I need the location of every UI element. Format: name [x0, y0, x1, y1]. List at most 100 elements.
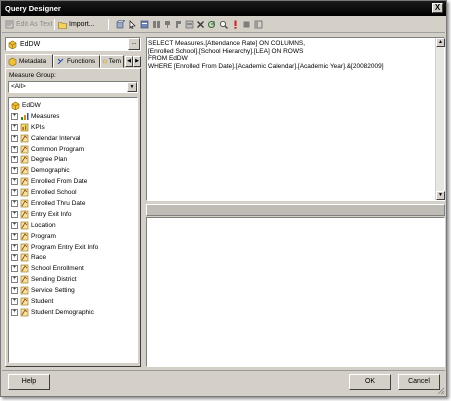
- expand-icon[interactable]: +: [11, 189, 18, 197]
- dimension-icon: [20, 264, 31, 273]
- tree-item[interactable]: + School Enrollment: [9, 263, 137, 274]
- expand-icon[interactable]: +: [11, 265, 18, 273]
- tab-templates[interactable]: Tem: [100, 55, 124, 68]
- tree-item[interactable]: + Sending District: [9, 274, 137, 285]
- tree-item-label: Program Entry Exit Info: [31, 243, 99, 251]
- expand-icon[interactable]: +: [11, 287, 18, 295]
- tree-item[interactable]: + Enrolled From Date: [9, 176, 137, 187]
- tab-functions[interactable]: Functions: [53, 55, 100, 68]
- expand-icon[interactable]: +: [11, 221, 18, 229]
- tab-scroll-right-icon[interactable]: ▶: [133, 56, 141, 67]
- divider: [2, 370, 445, 371]
- ok-button[interactable]: OK: [349, 374, 391, 390]
- scroll-up-icon[interactable]: ▲: [436, 38, 445, 47]
- pointer-icon[interactable]: [128, 20, 137, 29]
- run-icon[interactable]: [231, 20, 240, 29]
- expand-icon[interactable]: +: [11, 156, 18, 164]
- stop-icon[interactable]: [242, 20, 251, 29]
- auto-execute-icon[interactable]: [152, 20, 161, 29]
- tree-item-label: Program: [31, 232, 56, 240]
- tree-item[interactable]: + KPIs: [9, 122, 137, 133]
- tree-item-label: Degree Plan: [31, 156, 68, 164]
- empty-cells-icon[interactable]: [174, 20, 183, 29]
- tree-item-label: Demographic: [31, 167, 70, 175]
- tree-item[interactable]: + Race: [9, 252, 137, 263]
- cube-selector[interactable]: EdDW ...: [5, 37, 141, 51]
- delete-icon[interactable]: [196, 20, 205, 29]
- tree-item[interactable]: + Demographic: [9, 165, 137, 176]
- tree-item[interactable]: + Student: [9, 296, 137, 307]
- expand-icon[interactable]: +: [11, 178, 18, 186]
- metadata-tab-body: Measure Group: <All> ▼ EdDW + Measures + KP…: [5, 68, 141, 367]
- exec-icon[interactable]: [163, 20, 172, 29]
- tree-item[interactable]: + Enrolled Thru Date: [9, 198, 137, 209]
- query-scrollbar[interactable]: ▲ ▼: [435, 38, 445, 200]
- measure-group-select[interactable]: <All> ▼: [8, 81, 138, 93]
- refresh-icon[interactable]: [207, 20, 216, 29]
- expand-icon[interactable]: +: [11, 276, 18, 284]
- query-text: SELECT Measures.[Attendance Rate] ON COL…: [148, 40, 384, 70]
- title-bar: Query Designer X: [1, 1, 446, 16]
- tree-item[interactable]: + Common Program: [9, 144, 137, 155]
- tree-item[interactable]: + Program Entry Exit Info: [9, 242, 137, 253]
- cancel-button[interactable]: Cancel: [398, 374, 440, 390]
- metadata-pane: EdDW ... Metadata Functions Tem ◀ ▶ Meas…: [5, 37, 141, 367]
- filter-icon[interactable]: [140, 20, 149, 29]
- dimension-icon: [20, 188, 31, 197]
- pane-toggle-icon[interactable]: [254, 20, 263, 29]
- tree-item[interactable]: + Program: [9, 231, 137, 242]
- close-button[interactable]: X: [432, 3, 443, 13]
- tree-item[interactable]: + Calendar Interval: [9, 133, 137, 144]
- scroll-down-icon[interactable]: ▼: [436, 191, 445, 200]
- results-grid: [146, 217, 445, 367]
- tree-item-label: Enrolled School: [31, 189, 77, 197]
- expand-icon[interactable]: +: [11, 232, 18, 240]
- query-editor[interactable]: SELECT Measures.[Attendance Rate] ON COL…: [146, 37, 445, 201]
- functions-icon: [57, 58, 64, 65]
- resize-grip-icon[interactable]: [437, 387, 445, 395]
- dimension-icon: [20, 210, 31, 219]
- edit-as-text-label: Edit As Text: [16, 21, 53, 28]
- expand-icon[interactable]: +: [11, 297, 18, 305]
- tree-item[interactable]: + Student Demographic: [9, 307, 137, 318]
- expand-icon[interactable]: +: [11, 145, 18, 153]
- expand-icon[interactable]: +: [11, 243, 18, 251]
- expand-icon[interactable]: +: [11, 254, 18, 262]
- expand-icon[interactable]: +: [11, 167, 18, 175]
- tree-item[interactable]: + Degree Plan: [9, 154, 137, 165]
- dimension-icon: [20, 134, 31, 143]
- chevron-down-icon[interactable]: ▼: [127, 82, 137, 92]
- tree-item[interactable]: + Location: [9, 220, 137, 231]
- expand-icon[interactable]: +: [11, 123, 18, 131]
- edit-as-text-button[interactable]: Edit As Text: [5, 18, 52, 31]
- find-icon[interactable]: [219, 20, 228, 29]
- help-button[interactable]: Help: [8, 374, 50, 390]
- expand-icon[interactable]: +: [11, 112, 18, 120]
- edit-text-icon: [5, 20, 14, 29]
- cube-icon: [8, 40, 17, 49]
- cube-picker-button[interactable]: ...: [128, 38, 140, 50]
- tree-root[interactable]: EdDW: [9, 100, 137, 111]
- tree-item[interactable]: + Enrolled School: [9, 187, 137, 198]
- cube-icon: [11, 101, 20, 110]
- tree-item-label: Calendar Interval: [31, 134, 81, 142]
- tree-item[interactable]: + Entry Exit Info: [9, 209, 137, 220]
- expand-icon[interactable]: +: [11, 210, 18, 218]
- toolbar-separator: [108, 19, 109, 30]
- tab-scroll-left-icon[interactable]: ◀: [125, 56, 133, 67]
- expand-icon[interactable]: +: [11, 199, 18, 207]
- dimension-icon: [20, 199, 31, 208]
- import-button[interactable]: Import...: [58, 18, 95, 31]
- expand-icon[interactable]: +: [11, 308, 18, 316]
- tree-item[interactable]: + Measures: [9, 111, 137, 122]
- tree-item[interactable]: + Service Setting: [9, 285, 137, 296]
- tree-item-label: Student Demographic: [31, 308, 94, 316]
- prepare-icon[interactable]: [185, 20, 194, 29]
- tree-item-label: Measures: [31, 112, 60, 120]
- window-title: Query Designer: [5, 4, 61, 13]
- folder-icon: [58, 22, 67, 29]
- query-line: FROM EdDW: [148, 55, 188, 63]
- tab-metadata[interactable]: Metadata: [5, 54, 53, 68]
- expand-icon[interactable]: +: [11, 134, 18, 142]
- cube-icon[interactable]: [116, 20, 125, 29]
